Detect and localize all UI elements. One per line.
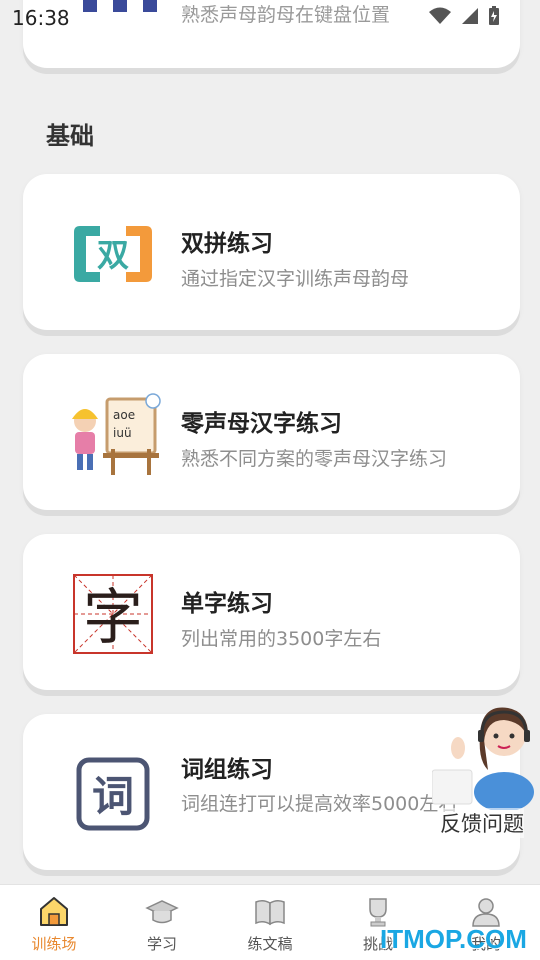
zi-grid-icon: 字 [53,572,173,656]
svg-text:aoe: aoe [113,408,135,422]
shuang-icon: 双 [53,212,173,296]
svg-text:iuü: iuü [113,426,132,440]
svg-text:双: 双 [97,236,129,274]
child-easel-icon: aoe iuü [53,392,173,476]
battery-icon [489,6,499,25]
ci-icon: 词 [53,752,173,836]
status-icons [428,6,500,26]
wifi-icon [429,7,451,24]
feedback-label[interactable]: 反馈问题 [440,808,524,838]
customer-service-avatar-icon [431,707,534,812]
signal-icon [462,8,478,24]
tab-label: 学习 [146,935,177,953]
card-title: 双拼练习 [181,231,273,257]
card-title: 单字练习 [181,591,273,617]
card-title: 词组练习 [181,757,273,783]
tab-drafts[interactable]: 练文稿 [216,885,324,960]
card-description: 列出常用的3500字左右 [181,628,382,650]
card-title: 零声母汉字练习 [181,411,342,437]
graduation-cap-icon [145,900,179,924]
svg-text:词: 词 [92,772,134,821]
tab-label: 练文稿 [247,935,293,953]
card-description: 通过指定汉字训练声母韵母 [181,268,410,290]
section-title: 基础 [46,122,94,150]
status-bar: 16:38 [0,0,540,36]
zero-initial-practice-card[interactable]: aoe iuü 零声母汉字练习 熟悉不同方案的零声母汉字练习 [23,354,520,510]
svg-text:字: 字 [83,583,143,653]
tab-training[interactable]: 训练场 [0,885,108,960]
tab-learn[interactable]: 学习 [108,885,216,960]
shuangpin-practice-card[interactable]: 双 双拼练习 通过指定汉字训练声母韵母 [23,174,520,330]
home-icon [40,897,68,926]
tab-label: 训练场 [31,935,77,953]
book-icon [255,899,285,926]
single-character-practice-card[interactable]: 字 单字练习 列出常用的3500字左右 [23,534,520,690]
status-time: 16:38 [12,6,70,30]
watermark-logo: ITMOP.COM [380,924,527,954]
card-description: 熟悉不同方案的零声母汉字练习 [181,448,448,470]
